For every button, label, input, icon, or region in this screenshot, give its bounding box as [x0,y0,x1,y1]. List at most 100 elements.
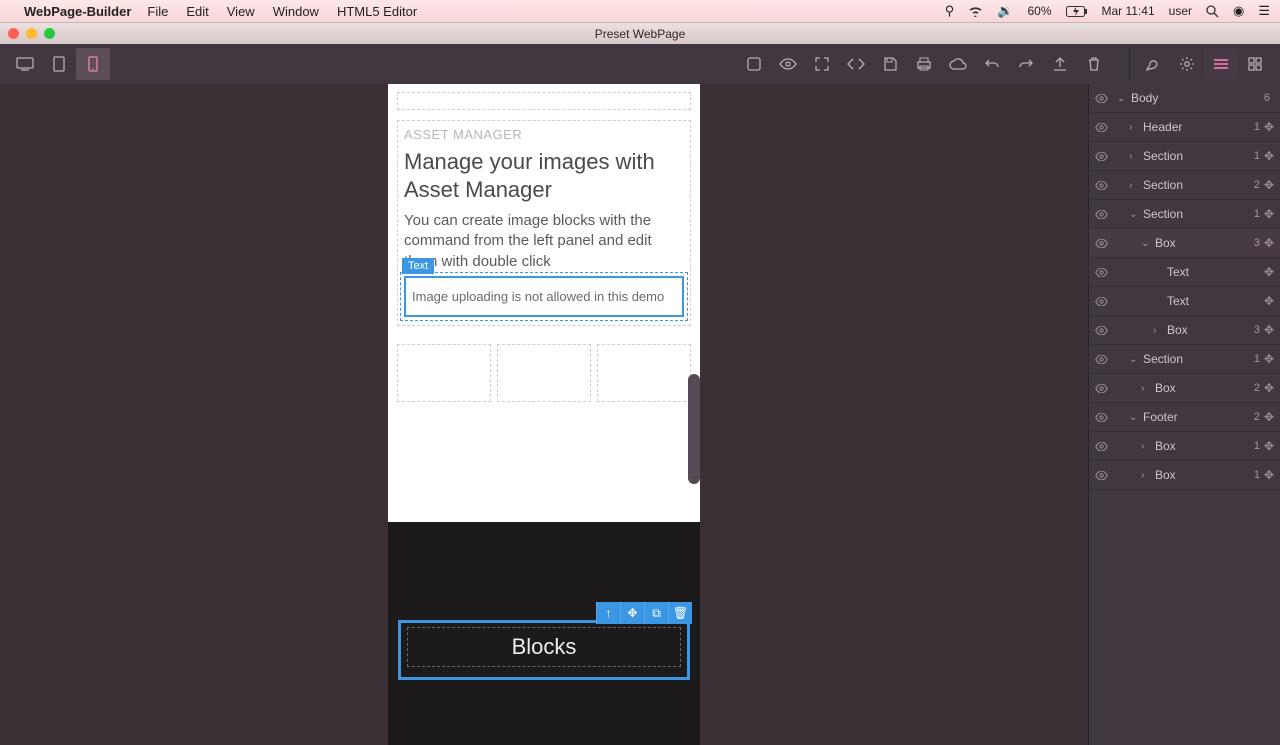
chevron-right-icon[interactable]: › [1141,441,1155,452]
visibility-toggle-icon[interactable] [1095,355,1113,364]
section-paragraph[interactable]: You can create image blocks with the com… [404,211,684,272]
scrollbar-thumb[interactable] [688,374,700,484]
layer-row-box[interactable]: ›Box3✥ [1089,316,1280,345]
menu-file[interactable]: File [147,4,168,19]
undo-button[interactable] [975,48,1009,80]
chevron-down-icon[interactable]: ⌄ [1129,412,1143,423]
minimize-window-button[interactable] [26,28,37,39]
cloud-button[interactable] [941,48,975,80]
layer-row-body[interactable]: ⌄Body6 [1089,84,1280,113]
move-button[interactable]: ✥ [620,602,644,624]
visibility-toggle-icon[interactable] [1095,123,1113,132]
layer-label[interactable]: Text [1167,265,1264,279]
chevron-down-icon[interactable]: ⌄ [1129,209,1143,220]
layer-label[interactable]: Section [1143,178,1254,192]
drag-handle-icon[interactable]: ✥ [1264,352,1274,366]
drag-handle-icon[interactable]: ✥ [1264,178,1274,192]
visibility-toggle-icon[interactable] [1095,239,1113,248]
menu-window[interactable]: Window [273,4,319,19]
notifications-icon[interactable]: ☰ [1258,3,1270,19]
layer-row-section[interactable]: ⌄Section1✥ [1089,345,1280,374]
layer-label[interactable]: Footer [1143,410,1254,424]
layer-row-box[interactable]: ⌄Box3✥ [1089,229,1280,258]
clock[interactable]: Mar 11:41 [1102,4,1155,18]
layer-row-text[interactable]: Text✥ [1089,287,1280,316]
app-name[interactable]: WebPage-Builder [24,4,131,19]
styles-panel-button[interactable] [1136,48,1170,80]
print-button[interactable] [907,48,941,80]
chevron-right-icon[interactable]: › [1129,122,1143,133]
device-tablet-button[interactable] [42,48,76,80]
canvas-area[interactable]: ASSET MANAGER Manage your images with As… [0,84,1088,745]
visibility-toggle-icon[interactable] [1095,297,1113,306]
chevron-down-icon[interactable]: ⌄ [1129,354,1143,365]
layer-label[interactable]: Box [1155,468,1254,482]
close-window-button[interactable] [8,28,19,39]
layer-label[interactable]: Box [1155,439,1254,453]
layer-row-text[interactable]: Text✥ [1089,258,1280,287]
drag-handle-icon[interactable]: ✥ [1264,207,1274,221]
menu-html5[interactable]: HTML5 Editor [337,4,417,19]
layer-row-header[interactable]: ›Header1✥ [1089,113,1280,142]
selected-text[interactable]: Image uploading is not allowed in this d… [404,276,684,318]
drag-handle-icon[interactable]: ✥ [1264,265,1274,279]
chevron-right-icon[interactable]: › [1153,325,1167,336]
layer-label[interactable]: Section [1143,149,1254,163]
drag-handle-icon[interactable]: ✥ [1264,410,1274,424]
preview-button[interactable] [771,48,805,80]
copy-button[interactable]: ⧉ [644,602,668,624]
drag-handle-icon[interactable]: ✥ [1264,323,1274,337]
spotlight-icon[interactable] [1206,5,1219,18]
layer-row-box[interactable]: ›Box1✥ [1089,461,1280,490]
layer-label[interactable]: Section [1143,207,1254,221]
visibility-toggle-icon[interactable] [1095,442,1113,451]
visibility-toggle-icon[interactable] [1095,94,1113,103]
chevron-right-icon[interactable]: › [1141,383,1155,394]
user-label[interactable]: user [1169,4,1192,18]
column-1[interactable] [397,344,491,402]
chevron-right-icon[interactable]: › [1129,151,1143,162]
chevron-right-icon[interactable]: › [1141,470,1155,481]
footer-section[interactable]: ↑ ✥ ⧉ 🗑 Blocks [388,522,700,745]
visibility-toggle-icon[interactable] [1095,326,1113,335]
canvas-spacer[interactable] [397,92,691,110]
section-heading[interactable]: Manage your images with Asset Manager [404,148,684,203]
chevron-down-icon[interactable]: ⌄ [1117,93,1131,104]
column-2[interactable] [497,344,591,402]
fullscreen-button[interactable] [805,48,839,80]
outline-toggle-button[interactable] [737,48,771,80]
selected-element[interactable]: Text Image uploading is not allowed in t… [404,276,684,318]
layer-row-section[interactable]: ›Section2✥ [1089,171,1280,200]
layer-row-box[interactable]: ›Box1✥ [1089,432,1280,461]
volume-icon[interactable]: 🔉 [997,3,1013,19]
drag-handle-icon[interactable]: ✥ [1264,120,1274,134]
device-mobile-button[interactable] [76,48,110,80]
visibility-toggle-icon[interactable] [1095,413,1113,422]
visibility-toggle-icon[interactable] [1095,268,1113,277]
blocks-section-selected[interactable]: Blocks [398,620,690,680]
layer-row-section[interactable]: ⌄Section1✥ [1089,200,1280,229]
blocks-title[interactable]: Blocks [414,634,674,660]
drag-handle-icon[interactable]: ✥ [1264,294,1274,308]
layer-label[interactable]: Box [1155,381,1254,395]
export-button[interactable] [1043,48,1077,80]
visibility-toggle-icon[interactable] [1095,210,1113,219]
layer-row-section[interactable]: ›Section1✥ [1089,142,1280,171]
visibility-toggle-icon[interactable] [1095,384,1113,393]
drag-handle-icon[interactable]: ✥ [1264,439,1274,453]
layer-label[interactable]: Section [1143,352,1254,366]
redo-button[interactable] [1009,48,1043,80]
wifi-icon[interactable] [968,6,983,17]
delete-button[interactable]: 🗑 [668,602,692,624]
device-desktop-button[interactable] [8,48,42,80]
layer-label[interactable]: Box [1167,323,1254,337]
layer-label[interactable]: Header [1143,120,1254,134]
drag-handle-icon[interactable]: ✥ [1264,236,1274,250]
column-3[interactable] [597,344,691,402]
settings-panel-button[interactable] [1170,48,1204,80]
chevron-right-icon[interactable]: › [1129,180,1143,191]
three-column-row[interactable] [397,344,691,402]
asset-manager-section[interactable]: ASSET MANAGER Manage your images with As… [397,120,691,326]
select-parent-button[interactable]: ↑ [596,602,620,624]
layer-label[interactable]: Body [1131,91,1264,105]
